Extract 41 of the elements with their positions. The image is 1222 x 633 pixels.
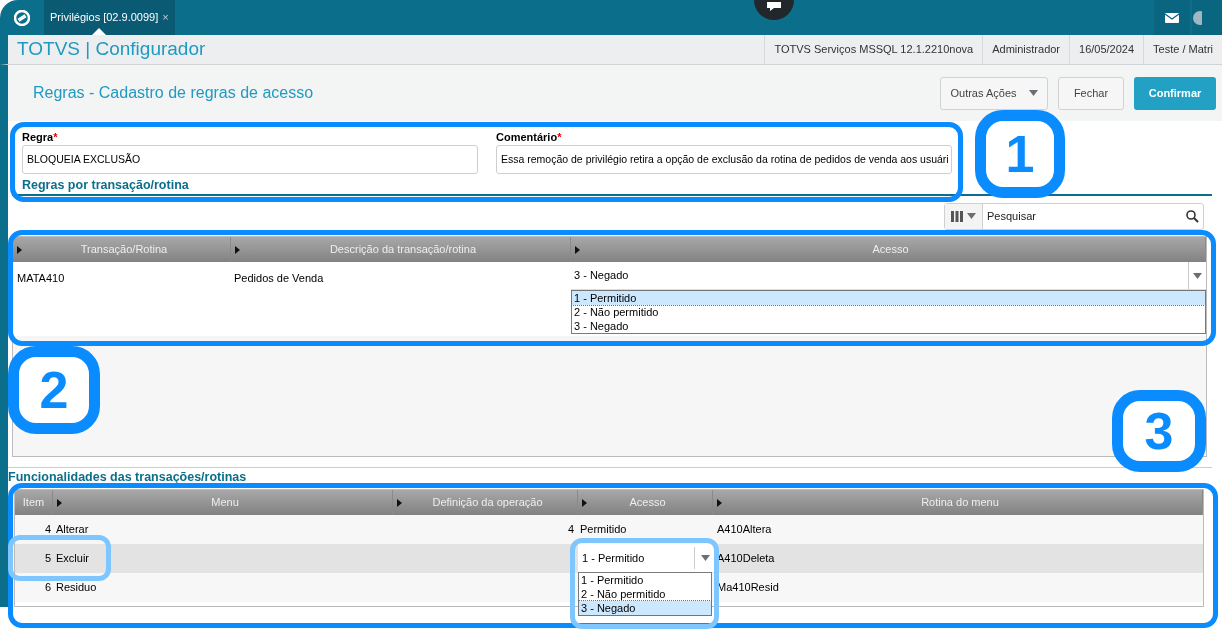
text-field[interactable]: BLOQUEIA EXCLUSÃO [22,145,478,174]
app-tab[interactable]: Privilégios [02.9.0099] × [44,0,175,35]
dropdown-option[interactable]: 2 - Não permitido [572,305,1205,319]
session-info: Administrador [982,35,1070,64]
annotation-badge: 3 [1112,390,1206,472]
close-icon[interactable]: × [162,9,169,26]
dropdown-option[interactable]: 3 - Negado [579,601,711,615]
table-cell-text: 6 [43,580,52,596]
table-cell-text: 5 [43,551,52,567]
dropdown-option[interactable]: 3 - Negado [572,319,1205,333]
close-button[interactable]: Fechar [1058,76,1124,110]
table-cell-text: Permitido [579,522,627,538]
section-title: Regras por transação/rotina [22,178,190,192]
table-row[interactable]: 4 Alterar 4 Permitido A410Altera [15,515,1203,544]
dropdown-option[interactable]: 1 - Permitido [579,573,711,587]
table-cell-text: Alterar [55,522,90,538]
text-field[interactable]: Essa remoção de privilégio retira a opção de exclusão da rotina de pedidos de venda aos usuári [496,145,952,174]
table-cell-text: 4 [43,522,52,538]
annotation-badge: 2 [8,346,100,434]
table-cell-text: Pedidos de Venda [233,271,325,286]
search-bar[interactable]: Pesquisar [944,202,1204,230]
annotation-badge: 1 [975,110,1065,198]
dropdown-option[interactable]: 1 - Permitido [572,291,1205,305]
table-cell-text: MATA410 [16,271,66,286]
search-field[interactable]: Pesquisar [987,207,1186,225]
more-actions-button[interactable]: Outras Ações [940,76,1048,110]
table-cell-text: A410Deleta [716,551,776,567]
table-cell: 4 [567,523,574,536]
dropdown-option[interactable]: 2 - Não permitido [579,587,711,601]
table-cell-text: Ma410Resid [716,580,780,596]
table-cell-text: Excluir [55,551,90,567]
table-cell-text: A410Altera [716,522,773,538]
page-title: Regras - Cadastro de regras de acesso [33,83,315,103]
session-info: Teste / Matri [1143,35,1222,64]
field-label: Regra* [22,131,59,144]
field-label: Comentário* [496,131,563,144]
access-select[interactable]: 1 - Permitido [578,544,716,572]
session-info: 16/05/2024 [1069,35,1144,64]
app-title: TOTVS | Configurador [16,37,207,62]
table-cell-text: Residuo [55,580,98,596]
session-info: TOTVS Serviços MSSQL 12.1.2210nova [764,35,983,64]
